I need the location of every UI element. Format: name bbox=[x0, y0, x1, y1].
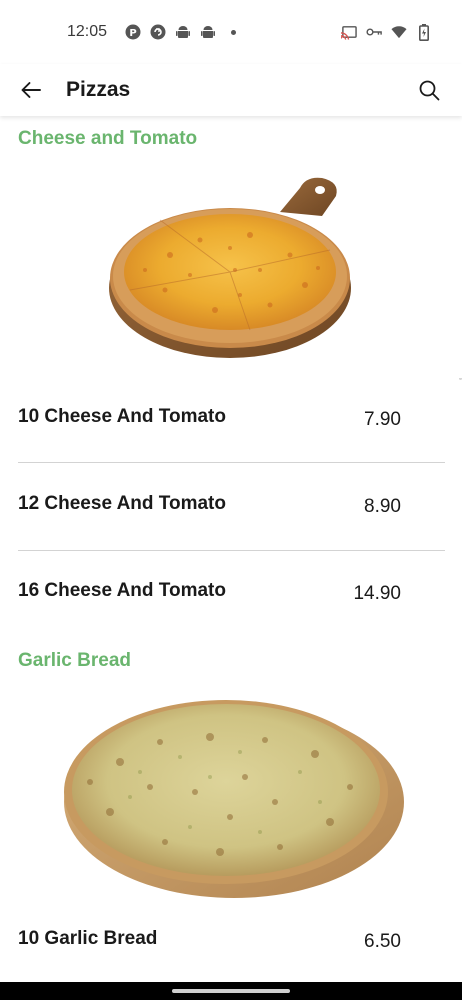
screen: 12:05 P Pizzas Cheese and Tomato 10 Chee… bbox=[0, 0, 462, 1000]
dot-icon bbox=[225, 24, 241, 40]
search-button[interactable] bbox=[416, 77, 442, 103]
status-icons-left: P bbox=[125, 24, 241, 40]
item-price: 7.90 bbox=[364, 409, 401, 430]
item-name: 10 Garlic Bread bbox=[18, 928, 158, 949]
category-title-garlic-bread: Garlic Bread bbox=[18, 650, 131, 671]
battery-icon bbox=[416, 23, 432, 41]
item-name: 10 Cheese And Tomato bbox=[18, 406, 226, 427]
back-button[interactable] bbox=[18, 77, 44, 103]
search-icon bbox=[419, 80, 440, 101]
menu-item-row[interactable]: 10 Garlic Bread 6.50 bbox=[18, 928, 445, 982]
arrow-left-icon bbox=[21, 82, 41, 98]
app-bar: Pizzas bbox=[0, 64, 462, 116]
item-price: 14.90 bbox=[353, 583, 401, 604]
wifi-icon bbox=[391, 24, 407, 40]
android-icon bbox=[175, 24, 191, 40]
category-title-cheese-and-tomato: Cheese and Tomato bbox=[18, 128, 198, 149]
home-gesture-handle[interactable] bbox=[172, 989, 290, 993]
menu-item-row[interactable]: 12 Cheese And Tomato 8.90 bbox=[18, 493, 445, 553]
status-bar: 12:05 P bbox=[0, 0, 462, 64]
status-time: 12:05 bbox=[67, 23, 108, 40]
menu-item-row[interactable]: 16 Cheese And Tomato 14.90 bbox=[18, 580, 445, 640]
garlic-bread-image bbox=[0, 682, 462, 908]
divider bbox=[18, 462, 445, 463]
android-icon bbox=[200, 24, 216, 40]
item-price: 8.90 bbox=[364, 496, 401, 517]
cheese-tomato-pizza-image bbox=[0, 160, 462, 378]
cast-icon bbox=[341, 24, 357, 40]
navigation-bar bbox=[0, 982, 462, 1000]
sync-icon bbox=[150, 24, 166, 40]
status-icons-right bbox=[341, 23, 432, 41]
item-name: 12 Cheese And Tomato bbox=[18, 493, 226, 514]
svg-text:P: P bbox=[129, 28, 136, 39]
item-price: 6.50 bbox=[364, 931, 401, 952]
page-title: Pizzas bbox=[66, 78, 131, 101]
vpn-key-icon bbox=[366, 24, 382, 40]
divider bbox=[18, 550, 445, 551]
menu-list[interactable]: Cheese and Tomato 10 Cheese And Tomato 7… bbox=[0, 116, 462, 982]
menu-item-row[interactable]: 10 Cheese And Tomato 7.90 bbox=[18, 406, 445, 466]
item-name: 16 Cheese And Tomato bbox=[18, 580, 226, 601]
p-badge-icon: P bbox=[125, 24, 141, 40]
